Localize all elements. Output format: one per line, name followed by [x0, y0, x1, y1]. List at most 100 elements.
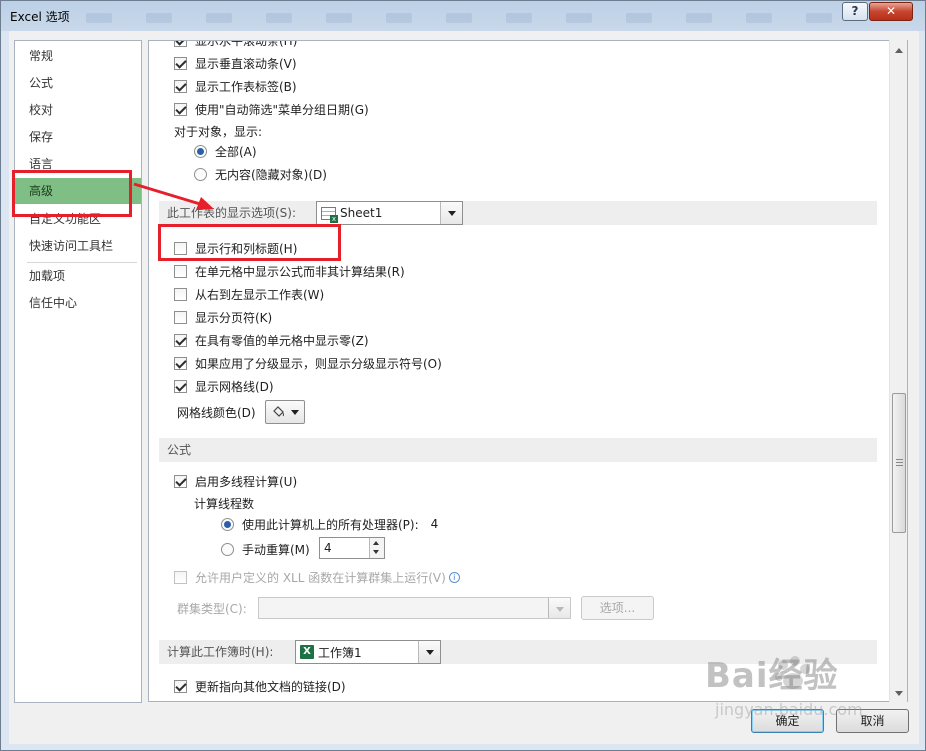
excel-icon: X — [300, 645, 314, 659]
close-button[interactable]: ✕ — [869, 2, 913, 21]
chevron-down-icon[interactable] — [440, 202, 462, 224]
help-button[interactable]: ? — [842, 2, 868, 21]
sheet-select-value: Sheet1 — [340, 206, 383, 220]
nav-item-trust-center[interactable]: 信任中心 — [15, 290, 141, 316]
option-update-links[interactable]: 更新指向其他文档的链接(D) — [174, 676, 346, 696]
option-group-dates[interactable]: 使用"自动筛选"菜单分组日期(G) — [174, 99, 369, 119]
checkbox[interactable] — [174, 287, 187, 301]
radio-button[interactable] — [194, 144, 207, 158]
stepper-value: 4 — [324, 541, 332, 555]
option-show-formulas[interactable]: 在单元格中显示公式而非其计算结果(R) — [174, 261, 405, 281]
option-label: 从右到左显示工作表(W) — [195, 287, 325, 302]
checkbox[interactable] — [174, 310, 187, 324]
scrollbar-thumb[interactable] — [892, 393, 906, 533]
sheet-select[interactable]: Sheet1 — [316, 201, 463, 225]
option-label: 无内容(隐藏对象)(D) — [215, 167, 327, 182]
thread-count-label: 计算线程数 — [194, 496, 255, 511]
section-title: 计算此工作簿时(H): — [167, 645, 274, 659]
cluster-type-select[interactable] — [258, 597, 571, 619]
option-label: 显示网格线(D) — [195, 379, 274, 394]
checkbox[interactable] — [174, 264, 187, 278]
option-multithread[interactable]: 启用多线程计算(U) — [174, 471, 297, 491]
nav-item-formulas[interactable]: 公式 — [15, 70, 141, 96]
option-right-to-left[interactable]: 从右到左显示工作表(W) — [174, 284, 324, 304]
workbook-select-value: 工作簿1 — [318, 645, 362, 660]
info-icon: i — [448, 571, 460, 583]
chevron-down-icon[interactable] — [418, 641, 440, 663]
window-title: Excel 选项 — [10, 10, 70, 24]
radio-button[interactable] — [221, 542, 234, 556]
vertical-scrollbar[interactable] — [889, 40, 907, 702]
thread-count-stepper[interactable]: 4 — [319, 537, 385, 559]
category-nav: 常规 公式 校对 保存 语言 高级 自定义功能区 快速访问工具栏 加载项 信任中… — [14, 40, 142, 703]
checkbox[interactable] — [174, 102, 187, 116]
option-label: 手动重算(M) — [242, 542, 310, 557]
option-label: 如果应用了分级显示，则显示分级显示符号(O) — [195, 356, 442, 371]
option-label: 使用此计算机上的所有处理器(P): — [242, 517, 419, 532]
option-label: 显示分页符(K) — [195, 310, 273, 325]
option-label: 使用"自动筛选"菜单分组日期(G) — [195, 102, 369, 117]
worksheet-icon — [321, 206, 338, 223]
option-outline-symbols[interactable]: 如果应用了分级显示，则显示分级显示符号(O) — [174, 353, 442, 373]
advanced-options-panel: 显示水平滚动条(H) 显示垂直滚动条(V) 显示工作表标签(B) 使用"自动筛选… — [148, 40, 908, 702]
title-bar: Excel 选项 ? ✕ — [1, 1, 925, 31]
chevron-down-icon — [291, 409, 299, 415]
chevron-down-icon[interactable] — [548, 598, 570, 618]
section-sheet-display-options: 此工作表的显示选项(S): — [159, 201, 877, 225]
option-label: 启用多线程计算(U) — [195, 474, 298, 489]
nav-item-general[interactable]: 常规 — [15, 43, 141, 69]
option-label: 允许用户定义的 XLL 函数在计算群集上运行(V) — [195, 570, 446, 585]
highlight-box-row-col-headers — [158, 224, 341, 261]
cluster-options-button[interactable]: 选项... — [581, 596, 654, 620]
dialog-body: 常规 公式 校对 保存 语言 高级 自定义功能区 快速访问工具栏 加载项 信任中… — [9, 31, 919, 744]
option-manual-threads[interactable]: 手动重算(M) — [221, 539, 310, 559]
option-all-processors[interactable]: 使用此计算机上的所有处理器(P): 4 — [221, 514, 438, 534]
chevron-up-icon[interactable] — [370, 538, 384, 548]
background-ribbon-tabs — [86, 13, 832, 23]
radio-button[interactable] — [221, 517, 234, 531]
checkbox[interactable] — [174, 379, 187, 393]
option-label: 显示水平滚动条(H) — [195, 40, 298, 48]
workbook-select[interactable]: X 工作簿1 — [295, 640, 441, 664]
radio-button[interactable] — [194, 167, 207, 181]
chevron-down-icon[interactable] — [370, 548, 384, 558]
checkbox[interactable] — [174, 333, 187, 347]
processor-count: 4 — [430, 517, 439, 531]
checkbox[interactable] — [174, 356, 187, 370]
option-label: 显示工作表标签(B) — [195, 79, 297, 94]
nav-item-addins[interactable]: 加载项 — [15, 263, 141, 289]
checkbox[interactable] — [174, 474, 187, 488]
option-zero-values[interactable]: 在具有零值的单元格中显示零(Z) — [174, 330, 369, 350]
option-hide-objects[interactable]: 无内容(隐藏对象)(D) — [194, 164, 327, 184]
option-gridlines[interactable]: 显示网格线(D) — [174, 376, 274, 396]
watermark-url: jingyan.baidu.com — [715, 700, 863, 719]
checkbox[interactable] — [174, 41, 187, 47]
option-page-breaks[interactable]: 显示分页符(K) — [174, 307, 272, 327]
checkbox[interactable] — [174, 79, 187, 93]
section-title: 此工作表的显示选项(S): — [167, 206, 297, 220]
option-horizontal-scrollbar[interactable]: 显示水平滚动条(H) — [174, 40, 298, 50]
checkbox[interactable] — [174, 56, 187, 70]
option-label: 全部(A) — [215, 144, 257, 159]
section-formulas: 公式 — [159, 438, 877, 462]
highlight-box-advanced — [12, 170, 132, 217]
nav-item-quick-access-toolbar[interactable]: 快速访问工具栏 — [15, 233, 141, 259]
option-vertical-scrollbar[interactable]: 显示垂直滚动条(V) — [174, 53, 297, 73]
scroll-down-icon[interactable] — [895, 691, 903, 696]
option-sheet-tabs[interactable]: 显示工作表标签(B) — [174, 76, 297, 96]
option-xll-cluster[interactable]: 允许用户定义的 XLL 函数在计算群集上运行(V) i — [174, 567, 460, 587]
checkbox[interactable] — [174, 570, 187, 584]
scroll-up-icon[interactable] — [895, 48, 903, 53]
option-label: 显示垂直滚动条(V) — [195, 56, 297, 71]
checkbox[interactable] — [174, 679, 187, 693]
excel-options-dialog: Excel 选项 ? ✕ 常规 公式 校对 保存 语言 高级 自定义功能区 快速… — [0, 0, 926, 751]
nav-item-proofing[interactable]: 校对 — [15, 97, 141, 123]
option-label: 在单元格中显示公式而非其计算结果(R) — [195, 264, 405, 279]
watermark-brand: Bai经验 — [705, 656, 839, 696]
nav-item-save[interactable]: 保存 — [15, 124, 141, 150]
gridline-color-picker[interactable] — [265, 400, 305, 424]
option-label: 在具有零值的单元格中显示零(Z) — [195, 333, 369, 348]
option-show-all-objects[interactable]: 全部(A) — [194, 141, 257, 161]
section-title: 公式 — [167, 443, 192, 457]
objects-display-label: 对于对象，显示: — [174, 124, 263, 139]
